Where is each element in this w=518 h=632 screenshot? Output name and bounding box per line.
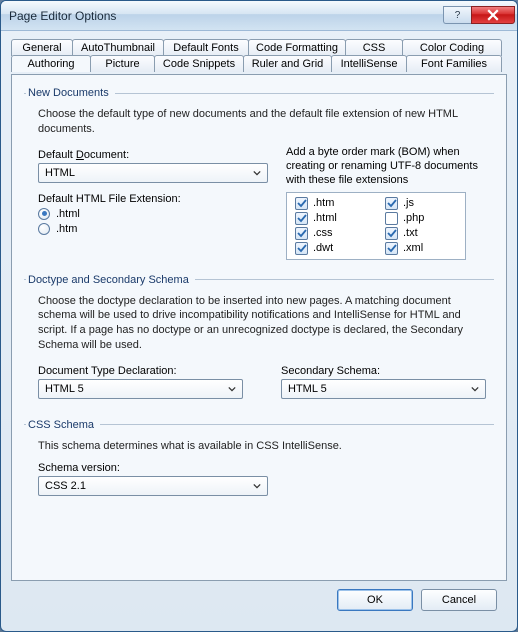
doctype-decl-select[interactable]: HTML 5 bbox=[38, 379, 243, 399]
title-bar[interactable]: Page Editor Options ? bbox=[1, 1, 517, 31]
default-document-select[interactable]: HTML bbox=[38, 163, 268, 183]
checkbox-icon bbox=[295, 242, 308, 255]
tab-default-fonts[interactable]: Default Fonts bbox=[163, 39, 249, 56]
chevron-down-icon bbox=[249, 165, 265, 181]
chk-js[interactable]: .js bbox=[385, 197, 457, 210]
radio-icon bbox=[38, 208, 50, 220]
radio-icon bbox=[38, 223, 50, 235]
legend-doctype: Doctype and Secondary Schema bbox=[26, 274, 195, 286]
ok-button[interactable]: OK bbox=[337, 589, 413, 611]
tab-code-formatting[interactable]: Code Formatting bbox=[248, 39, 346, 56]
group-new-documents: New Documents Choose the default type of… bbox=[24, 87, 494, 260]
group-doctype: Doctype and Secondary Schema Choose the … bbox=[24, 274, 494, 405]
chk-html[interactable]: .html bbox=[295, 212, 367, 225]
col-bom: Add a byte order mark (BOM) when creatin… bbox=[286, 145, 492, 260]
doctype-desc: Choose the doctype declaration to be ins… bbox=[38, 294, 492, 353]
secondary-schema-select[interactable]: HTML 5 bbox=[281, 379, 486, 399]
new-documents-desc: Choose the default type of new documents… bbox=[38, 107, 492, 137]
chk-txt[interactable]: .txt bbox=[385, 227, 457, 240]
tab-general[interactable]: General bbox=[11, 39, 73, 56]
dialog-footer: OK Cancel bbox=[11, 581, 507, 621]
radio-ext-htm[interactable]: .htm bbox=[38, 223, 268, 235]
chk-xml[interactable]: .xml bbox=[385, 242, 457, 255]
help-button[interactable]: ? bbox=[443, 6, 471, 24]
col-doctype-decl: Document Type Declaration: HTML 5 bbox=[26, 361, 249, 405]
cancel-button[interactable]: Cancel bbox=[421, 589, 497, 611]
css-schema-value: CSS 2.1 bbox=[45, 480, 249, 492]
doctype-decl-label: Document Type Declaration: bbox=[38, 365, 249, 377]
close-icon bbox=[487, 9, 499, 21]
doctype-selects-row: Document Type Declaration: HTML 5 Second… bbox=[26, 361, 492, 405]
legend-new-documents: New Documents bbox=[26, 87, 115, 99]
col-secondary-schema: Secondary Schema: HTML 5 bbox=[269, 361, 492, 405]
new-documents-row: Default Document: HTML Default HTML File… bbox=[26, 145, 492, 260]
secondary-schema-value: HTML 5 bbox=[288, 383, 467, 395]
tab-color-coding[interactable]: Color Coding bbox=[402, 39, 502, 56]
css-schema-desc: This schema determines what is available… bbox=[38, 439, 492, 454]
tab-strip: General AutoThumbnail Default Fonts Code… bbox=[11, 39, 507, 73]
tab-font-families[interactable]: Font Families bbox=[406, 55, 502, 72]
tab-picture[interactable]: Picture bbox=[90, 55, 155, 72]
dialog-window: Page Editor Options ? General AutoThumbn… bbox=[0, 0, 518, 632]
chevron-down-icon bbox=[224, 381, 240, 397]
checkbox-icon bbox=[385, 212, 398, 225]
tab-autothumbnail[interactable]: AutoThumbnail bbox=[72, 39, 164, 56]
default-ext-label: Default HTML File Extension: bbox=[38, 193, 268, 205]
window-title: Page Editor Options bbox=[9, 9, 443, 23]
checkbox-icon bbox=[295, 227, 308, 240]
checkbox-icon bbox=[385, 242, 398, 255]
tab-ruler-and-grid[interactable]: Ruler and Grid bbox=[243, 55, 332, 72]
bom-desc: Add a byte order mark (BOM) when creatin… bbox=[286, 145, 492, 188]
close-button[interactable] bbox=[471, 6, 515, 24]
checkbox-icon bbox=[385, 197, 398, 210]
radio-ext-html[interactable]: .html bbox=[38, 208, 268, 220]
tab-row-2: Authoring Picture Code Snippets Ruler an… bbox=[11, 56, 507, 73]
checkbox-icon bbox=[295, 212, 308, 225]
default-document-value: HTML bbox=[45, 167, 249, 179]
window-buttons: ? bbox=[443, 6, 515, 24]
chk-css[interactable]: .css bbox=[295, 227, 367, 240]
chk-htm[interactable]: .htm bbox=[295, 197, 367, 210]
chk-php[interactable]: .php bbox=[385, 212, 457, 225]
chk-dwt[interactable]: .dwt bbox=[295, 242, 367, 255]
tab-css[interactable]: CSS bbox=[345, 39, 403, 56]
help-icon: ? bbox=[455, 10, 461, 21]
group-css-schema: CSS Schema This schema determines what i… bbox=[24, 419, 494, 502]
bom-extensions-list[interactable]: .htm .js .html .php .css .txt .dwt .xml bbox=[286, 192, 466, 260]
dialog-body: General AutoThumbnail Default Fonts Code… bbox=[1, 31, 517, 631]
tab-panel-authoring: New Documents Choose the default type of… bbox=[11, 74, 507, 581]
chevron-down-icon bbox=[467, 381, 483, 397]
css-schema-label: Schema version: bbox=[38, 462, 492, 474]
checkbox-icon bbox=[385, 227, 398, 240]
tab-row-1: General AutoThumbnail Default Fonts Code… bbox=[11, 39, 507, 56]
col-default-document: Default Document: HTML Default HTML File… bbox=[26, 145, 268, 260]
default-document-label: Default Document: bbox=[38, 149, 268, 161]
secondary-schema-label: Secondary Schema: bbox=[281, 365, 492, 377]
tab-code-snippets[interactable]: Code Snippets bbox=[154, 55, 244, 72]
checkbox-icon bbox=[295, 197, 308, 210]
css-schema-select[interactable]: CSS 2.1 bbox=[38, 476, 268, 496]
tab-intellisense[interactable]: IntelliSense bbox=[331, 55, 407, 72]
chevron-down-icon bbox=[249, 478, 265, 494]
doctype-decl-value: HTML 5 bbox=[45, 383, 224, 395]
tab-authoring[interactable]: Authoring bbox=[11, 55, 91, 72]
legend-css-schema: CSS Schema bbox=[26, 419, 100, 431]
